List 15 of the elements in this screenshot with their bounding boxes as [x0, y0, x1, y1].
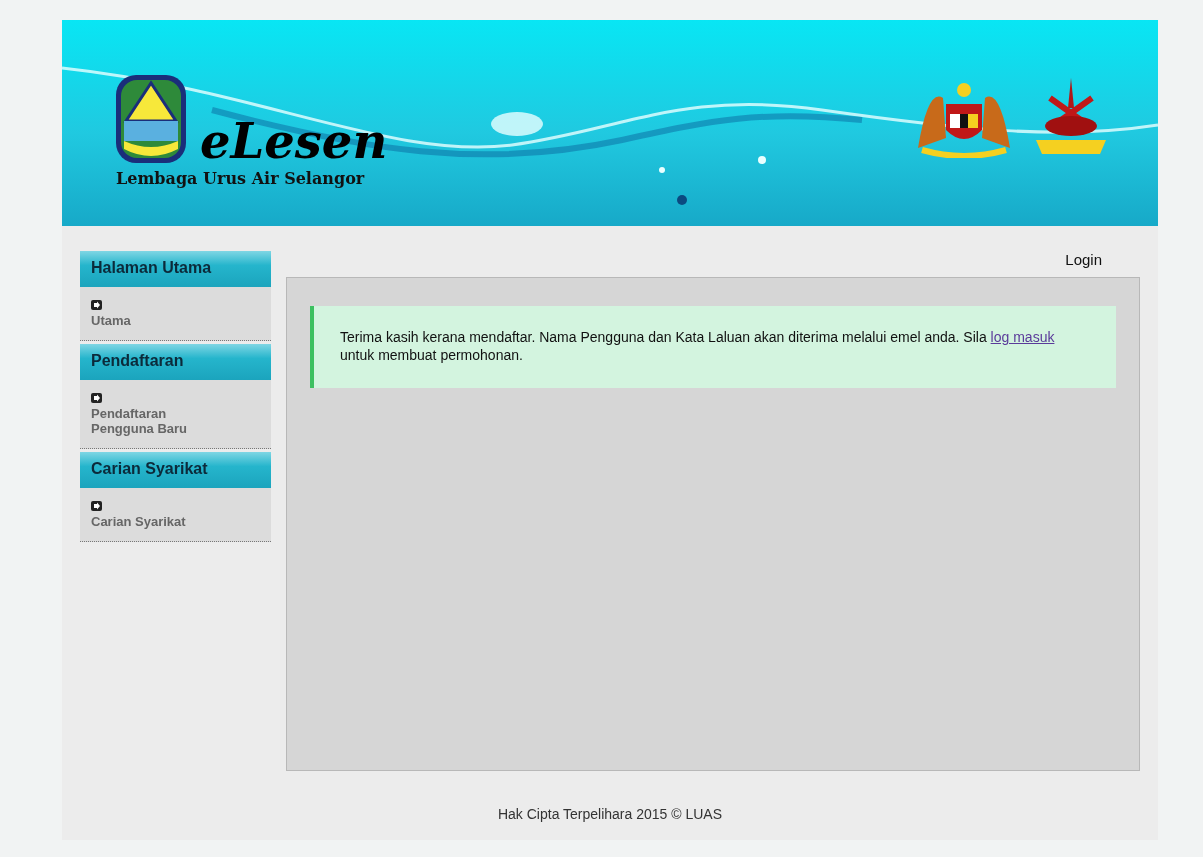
success-message: Terima kasih kerana mendaftar. Nama Pengguna dan Kata Laluan akan diterima melalui emel anda. Sila log masuk untuk membuat permohonan. [340, 328, 1056, 364]
arrow-box-icon [91, 501, 102, 511]
menu-heading: Halaman Utama [80, 251, 271, 287]
app-subtitle: Lembaga Urus Air Selangor [116, 168, 366, 188]
menu-heading: Pendaftaran [80, 344, 271, 380]
arrow-box-icon [91, 300, 102, 310]
login-link[interactable]: log masuk [990, 329, 1055, 345]
menu-heading: Carian Syarikat [80, 452, 271, 488]
menu-link[interactable]: Carian Syarikat [91, 514, 221, 529]
copyright-text: Hak Cipta Terpelihara 2015 © LUAS [497, 806, 723, 822]
login-link[interactable]: Login [1065, 251, 1102, 271]
menu-link[interactable]: Utama [91, 313, 221, 328]
arrow-box-icon [91, 393, 102, 403]
app-title: eLesen [200, 116, 388, 165]
logo-icon [114, 72, 188, 165]
